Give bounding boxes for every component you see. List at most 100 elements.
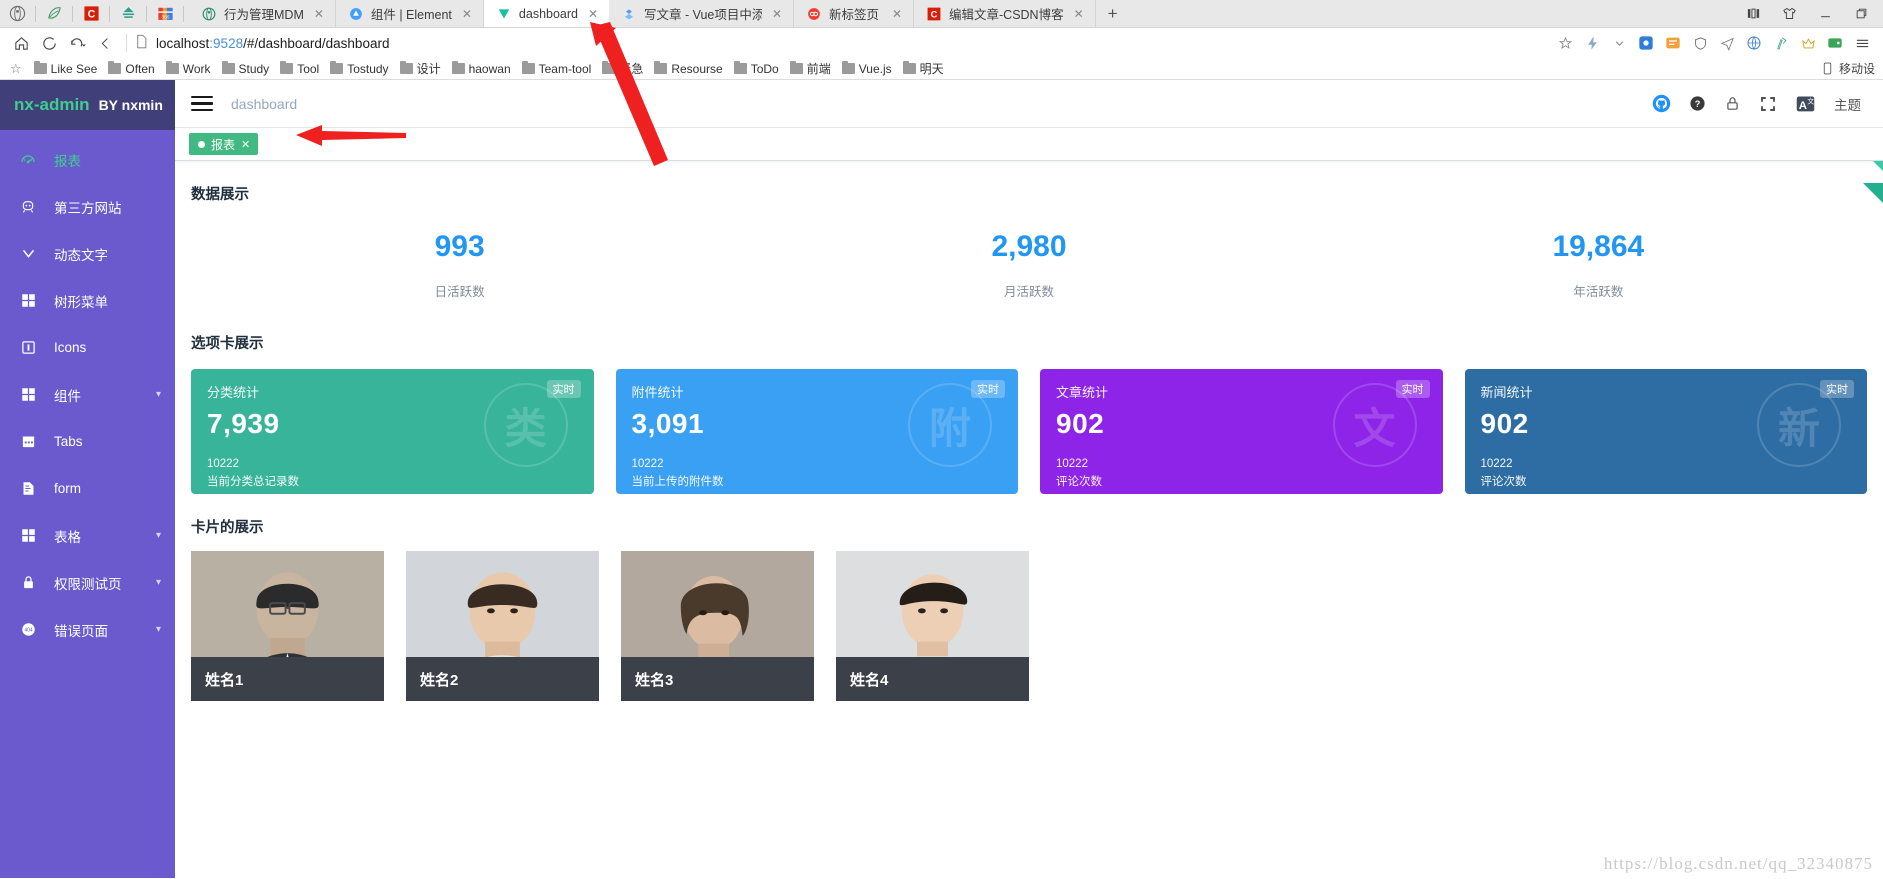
- translate-icon[interactable]: [1741, 30, 1767, 56]
- browser-tab[interactable]: C 编辑文章-CSDN博客 ✕: [914, 0, 1096, 27]
- person-card[interactable]: 姓名1: [191, 551, 384, 701]
- stat-card[interactable]: 实时 类 分类统计 7,939 10222 当前分类总记录数: [191, 369, 594, 494]
- send-icon[interactable]: [1714, 30, 1740, 56]
- lightning-icon[interactable]: [1579, 30, 1605, 56]
- cleaner-icon[interactable]: [1768, 30, 1794, 56]
- browser-tab[interactable]: 组件 | Element ✕: [336, 0, 484, 27]
- person-card[interactable]: 姓名4: [836, 551, 1029, 701]
- notes-icon[interactable]: [1660, 30, 1686, 56]
- stat-card[interactable]: 实时 文 文章统计 902 10222 评论次数: [1040, 369, 1443, 494]
- browser-tab-active[interactable]: dashboard ✕: [483, 0, 609, 27]
- card-title: 新闻统计: [1480, 385, 1533, 400]
- bookmark-item[interactable]: Like See: [29, 61, 103, 77]
- history-dropdown-icon[interactable]: [64, 30, 90, 56]
- reload-icon[interactable]: [36, 30, 62, 56]
- wallet-icon[interactable]: [1822, 30, 1848, 56]
- chevron-down-icon[interactable]: [1606, 30, 1632, 56]
- close-icon[interactable]: ✕: [311, 6, 327, 22]
- language-icon[interactable]: A文: [1795, 93, 1816, 114]
- minimize-icon[interactable]: [1807, 0, 1843, 28]
- brand-logo[interactable]: nx-admin BY nxmin: [0, 80, 175, 130]
- stat-label: 年活跃数: [1573, 285, 1624, 299]
- sidebar-item-tree-menu[interactable]: 树形菜单: [0, 277, 175, 324]
- bookmark-item[interactable]: Vue.js: [837, 61, 897, 77]
- bookmark-item[interactable]: Often: [103, 61, 159, 77]
- split-view-icon[interactable]: [1735, 0, 1771, 28]
- bookmark-item[interactable]: Resourse: [649, 61, 727, 77]
- close-icon[interactable]: ✕: [459, 6, 475, 22]
- back-icon[interactable]: [92, 30, 118, 56]
- bookmark-item[interactable]: Study: [217, 61, 275, 77]
- stat-card[interactable]: 实时 新 新闻统计 902 10222 评论次数: [1464, 369, 1867, 494]
- sidebar-item-icons[interactable]: Icons: [0, 324, 175, 371]
- bookmark-item[interactable]: Team-tool: [517, 61, 597, 77]
- sidebar-item-dynamic-text[interactable]: 动态文字: [0, 230, 175, 277]
- mobile-bookmarks-entry[interactable]: 移动设: [1821, 60, 1875, 77]
- address-bar[interactable]: localhost:9528/#/dashboard/dashboard: [135, 30, 1550, 56]
- sidebar-item-third-party[interactable]: 第三方网站: [0, 183, 175, 230]
- vip-icon[interactable]: [1795, 30, 1821, 56]
- bookmark-label: Vue.js: [858, 61, 892, 76]
- svg-text:C: C: [87, 8, 95, 20]
- person-card[interactable]: 姓名3: [621, 551, 814, 701]
- sidebar-item-table[interactable]: 表格 ▾: [0, 512, 175, 559]
- bookmark-item[interactable]: Tool: [275, 61, 324, 77]
- bookmark-item[interactable]: 前端: [785, 59, 836, 78]
- sidebar-item-form[interactable]: form: [0, 465, 175, 512]
- bookmark-item[interactable]: 设计: [395, 59, 446, 78]
- cloud-icon[interactable]: [113, 0, 143, 28]
- person-photo: 姓名3: [621, 551, 814, 701]
- browser-tab[interactable]: 写文章 - Vue项目中添加锁屏 ✕: [609, 0, 794, 27]
- close-icon[interactable]: ✕: [769, 6, 785, 22]
- page-info-icon[interactable]: [135, 34, 148, 52]
- menu-icon[interactable]: [1849, 30, 1875, 56]
- close-icon[interactable]: ✕: [585, 6, 601, 22]
- shirt-icon[interactable]: [1771, 0, 1807, 28]
- svg-text:A: A: [1799, 100, 1807, 112]
- folder-icon: [789, 61, 803, 74]
- bookmark-item[interactable]: Work: [161, 61, 216, 77]
- close-icon[interactable]: ✕: [889, 6, 905, 22]
- breadcrumb[interactable]: dashboard: [231, 96, 297, 112]
- sidebar-item-baobiao[interactable]: 报表: [0, 136, 175, 183]
- bookmark-item[interactable]: haowan: [447, 61, 516, 77]
- stat-card[interactable]: 实时 附 附件统计 3,091 10222 当前上传的附件数: [615, 369, 1018, 494]
- close-icon[interactable]: ✕: [241, 138, 250, 151]
- sidebar-item-permission[interactable]: 权限测试页 ▾: [0, 559, 175, 606]
- bookmark-item[interactable]: ToDo: [729, 61, 784, 77]
- bookmarks-bar: ☆ Like See Often Work Study Tool Tostudy…: [0, 58, 1883, 80]
- extension-blue-icon[interactable]: [1633, 30, 1659, 56]
- star-icon[interactable]: [1552, 30, 1578, 56]
- csdn-icon[interactable]: C: [76, 0, 106, 28]
- bookmark-item[interactable]: 紧急: [597, 59, 648, 78]
- browser-tab[interactable]: 行为管理MDM ✕: [189, 0, 336, 27]
- new-tab-button[interactable]: +: [1096, 0, 1130, 27]
- home-icon[interactable]: [8, 30, 34, 56]
- close-icon[interactable]: ✕: [1071, 6, 1087, 22]
- bookmark-star-icon[interactable]: ☆: [8, 61, 28, 77]
- browser-tab[interactable]: 新标签页 ✕: [794, 0, 914, 27]
- shield-icon[interactable]: [1687, 30, 1713, 56]
- restore-icon[interactable]: [1843, 0, 1879, 28]
- sidebar-item-error-pages[interactable]: 404 错误页面 ▾: [0, 606, 175, 653]
- sidebar-item-tabs[interactable]: Tabs: [0, 418, 175, 465]
- bookmark-item[interactable]: Tostudy: [325, 61, 393, 77]
- url-text: localhost:9528/#/dashboard/dashboard: [156, 35, 390, 51]
- bookmark-item[interactable]: 明天: [898, 59, 949, 78]
- train-icon: [20, 199, 36, 215]
- calendar365-icon[interactable]: 365: [150, 0, 180, 28]
- sidebar-item-components[interactable]: 组件 ▾: [0, 371, 175, 418]
- fullscreen-icon[interactable]: [1759, 95, 1777, 113]
- sidebar-item-label: 动态文字: [54, 247, 108, 263]
- github-icon[interactable]: [1652, 94, 1671, 113]
- person-card[interactable]: 姓名2: [406, 551, 599, 701]
- lock-icon[interactable]: [1724, 95, 1741, 112]
- tor-browser-icon[interactable]: [2, 0, 32, 28]
- theme-picker[interactable]: 主题: [1834, 94, 1861, 114]
- leaf-icon[interactable]: [39, 0, 69, 28]
- tag-label: 报表: [211, 137, 236, 152]
- tag-view-item[interactable]: 报表 ✕: [189, 133, 259, 155]
- svg-text:?: ?: [1695, 99, 1701, 109]
- hamburger-icon[interactable]: [191, 95, 213, 112]
- help-icon[interactable]: ?: [1689, 95, 1706, 112]
